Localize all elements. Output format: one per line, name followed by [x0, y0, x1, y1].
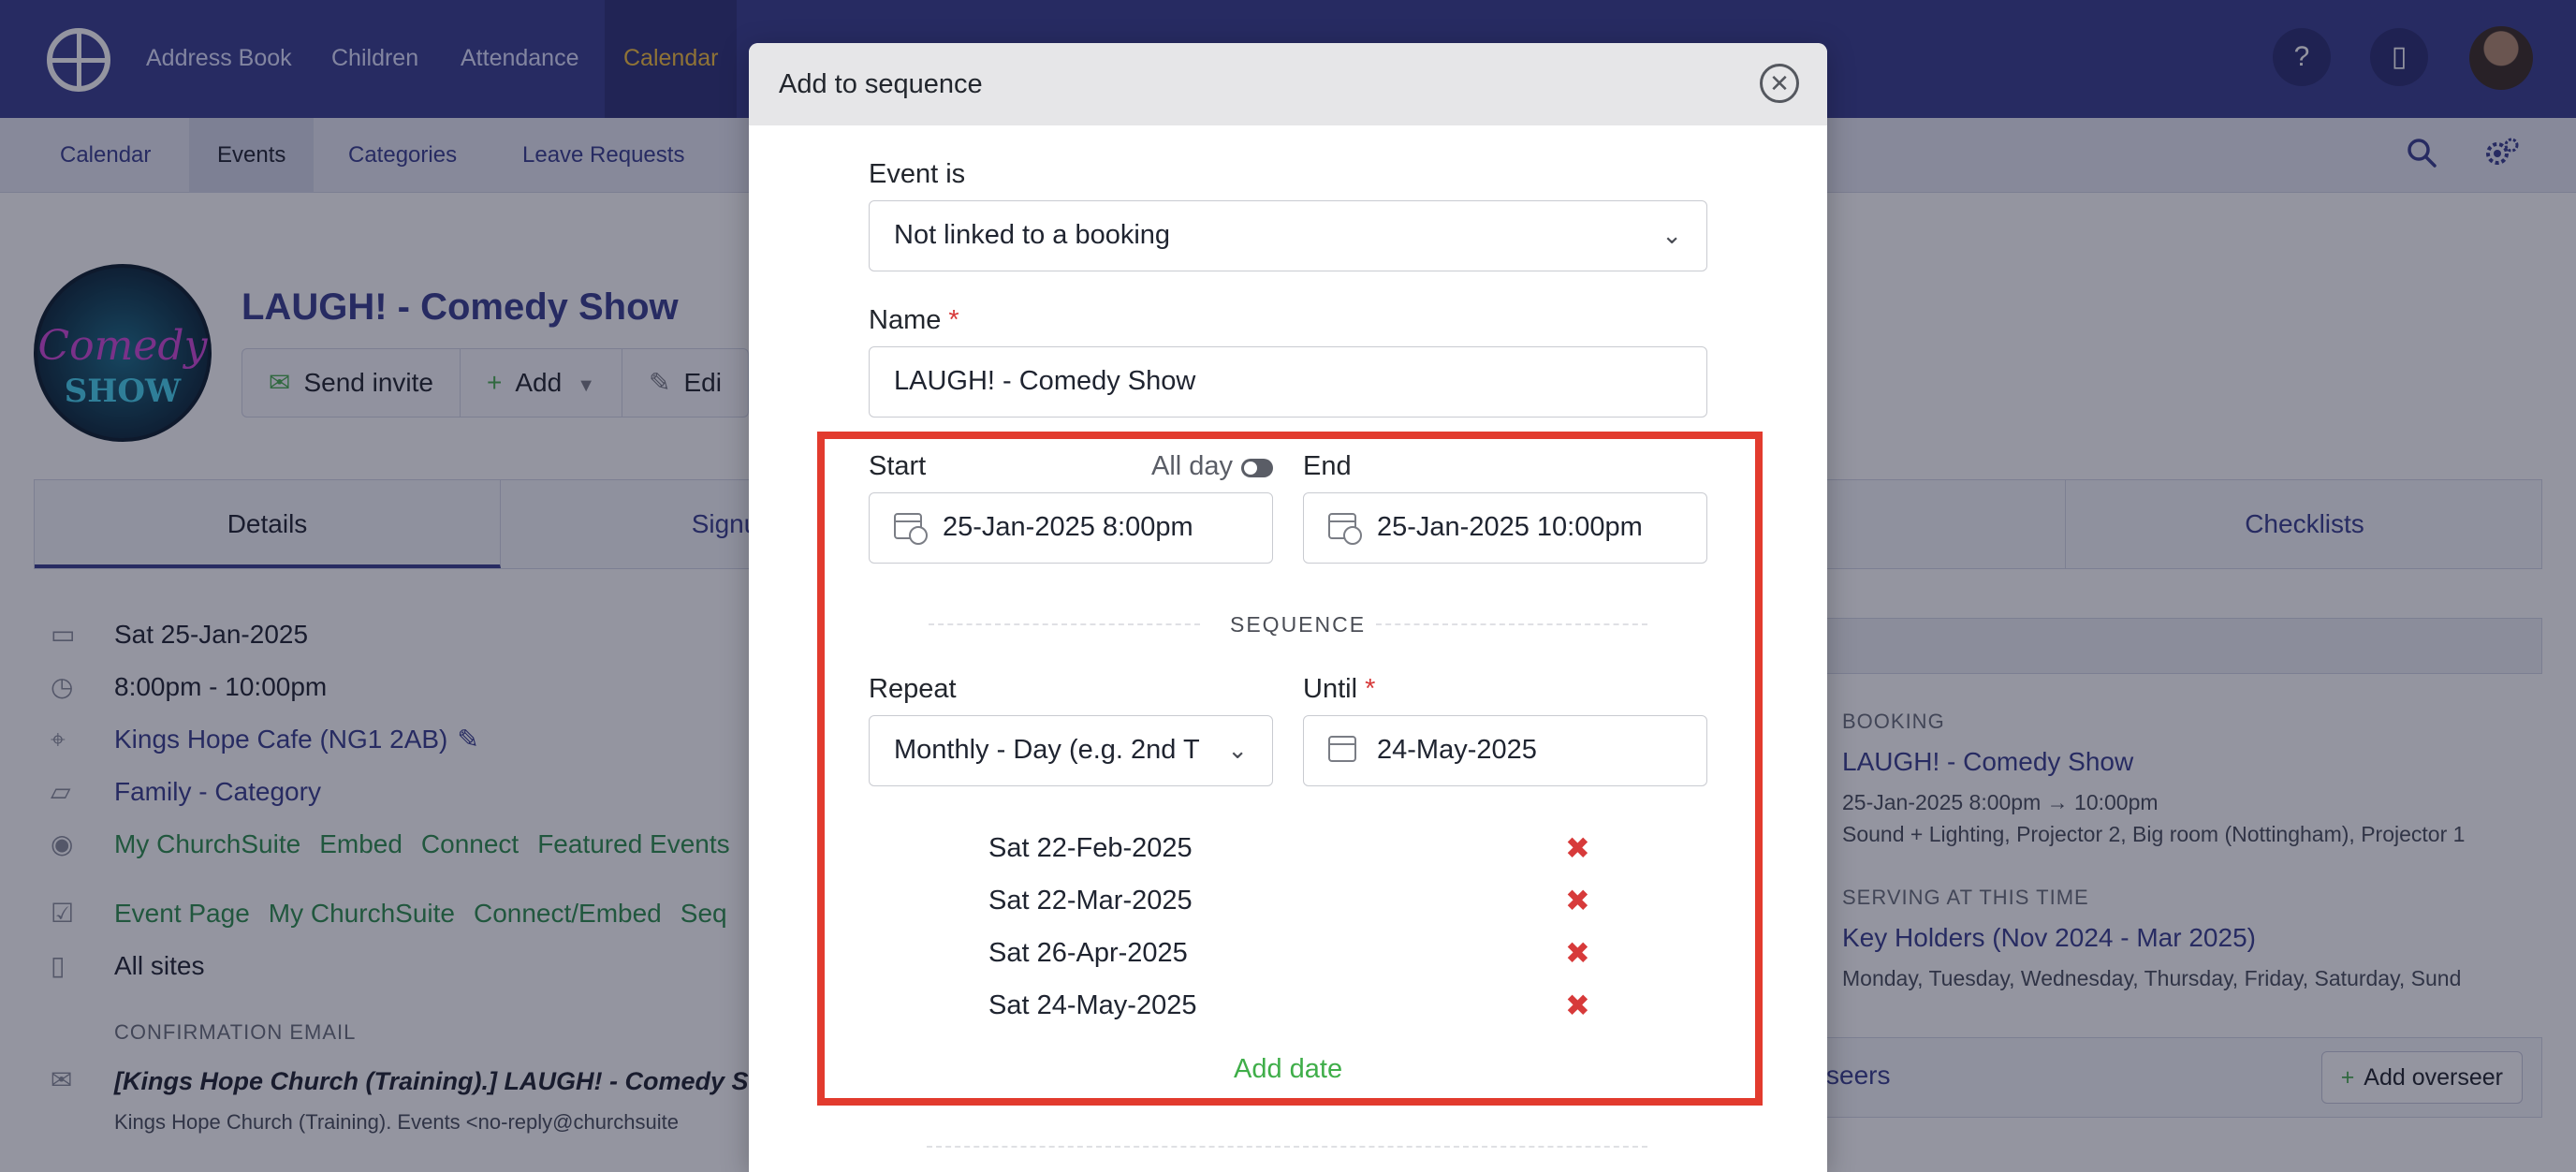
close-icon[interactable]: ✕	[1760, 64, 1799, 103]
modal-bottom-divider	[927, 1146, 1647, 1148]
event-is-select[interactable]: Not linked to a booking ⌄	[869, 200, 1707, 271]
name-input[interactable]: LAUGH! - Comedy Show	[869, 346, 1707, 418]
event-is-label: Event is	[869, 159, 966, 189]
chevron-down-icon: ⌄	[1661, 221, 1682, 249]
name-label: Name *	[869, 305, 959, 335]
highlight-annotation-box	[817, 432, 1763, 1106]
modal-title: Add to sequence	[779, 69, 983, 99]
modal-header: Add to sequence ✕	[749, 43, 1827, 125]
